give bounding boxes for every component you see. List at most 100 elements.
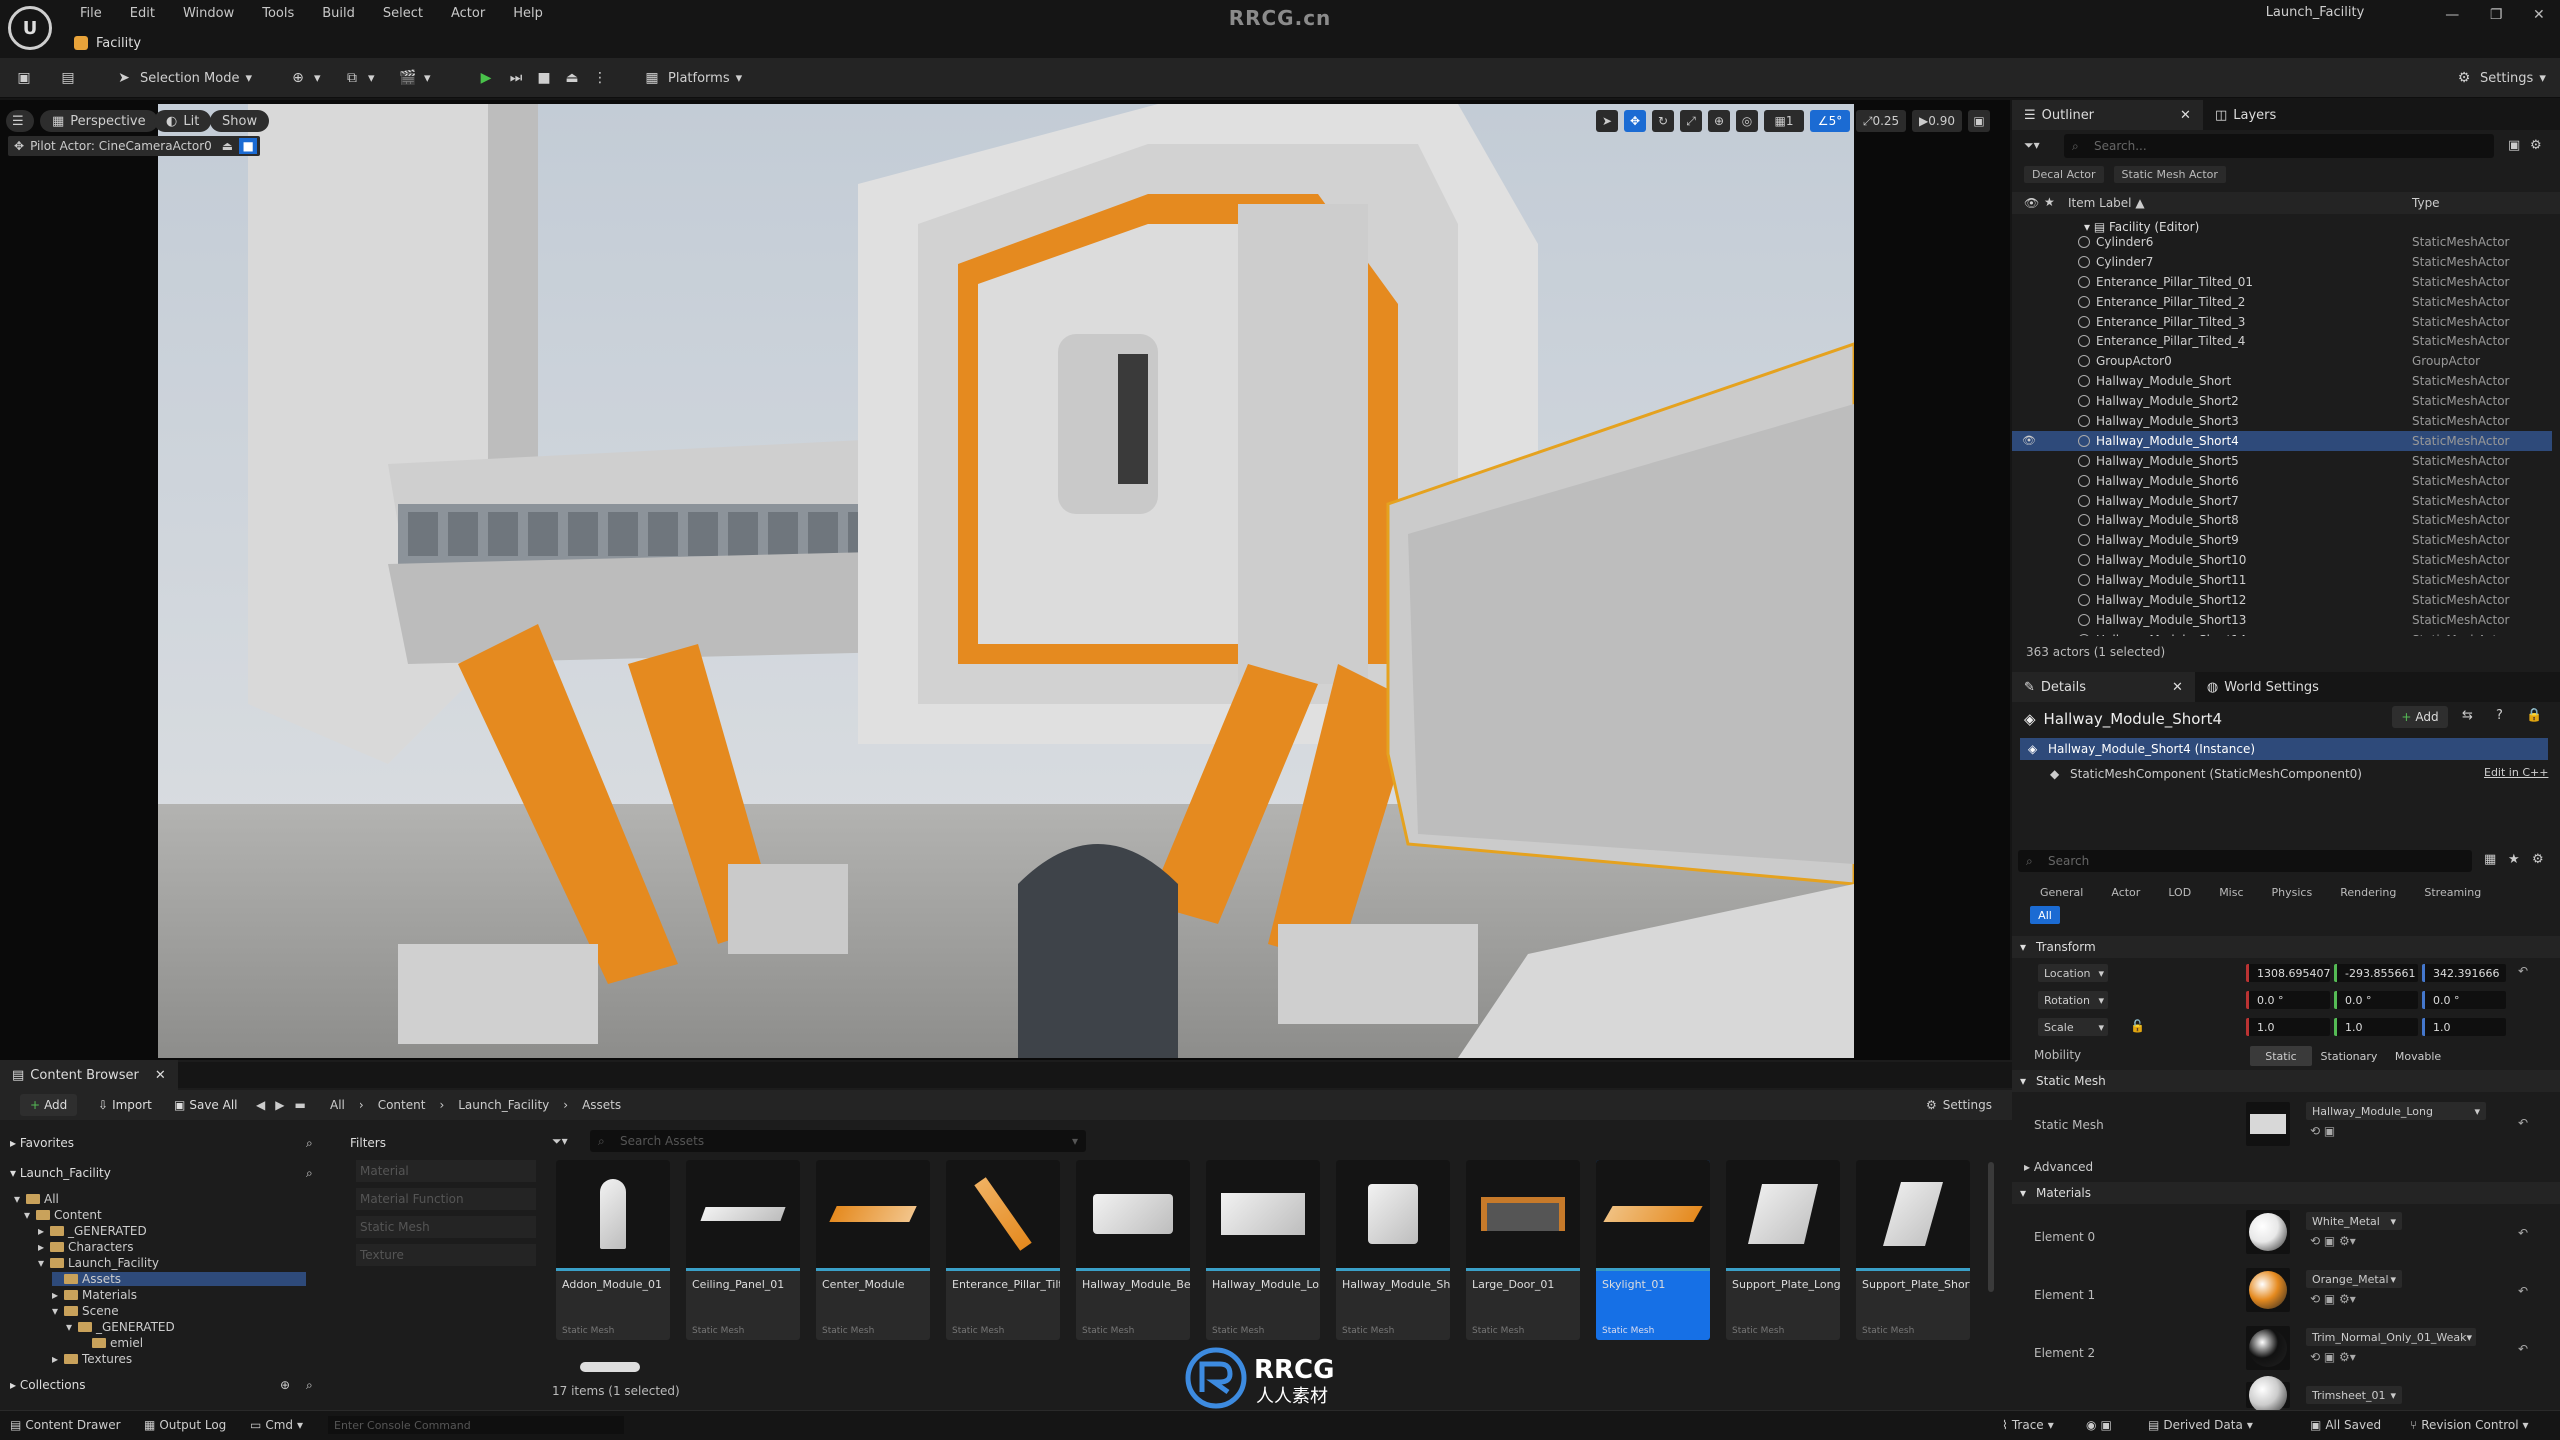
camera-speed-button[interactable]: ▶ 0.90 [1912, 110, 1962, 132]
add-collection-icon[interactable]: ⊕ [280, 1378, 290, 1392]
world-local-icon[interactable]: ⊕ [1708, 110, 1730, 132]
output-log-button[interactable]: ▦ Output Log [144, 1418, 226, 1432]
viewport-menu-icon[interactable]: ☰ [6, 110, 34, 132]
add-actor-icon[interactable]: ⊕ ▾ [288, 66, 320, 90]
folder-tree-item[interactable]: ▾ Launch_Facility [38, 1256, 159, 1270]
asset-tile[interactable]: Skylight_01 Static Mesh [1596, 1160, 1710, 1340]
material-dropdown[interactable]: Trim_Normal_Only_01_Weak ▾ [2306, 1328, 2476, 1346]
visibility-icon[interactable]: 👁 [2022, 434, 2036, 447]
asset-tile[interactable]: Hallway_Module_Bend Static Mesh [1076, 1160, 1190, 1340]
save-icon[interactable]: ▣ [14, 66, 34, 90]
close-icon[interactable]: ✕ [155, 1068, 166, 1083]
asset-tile[interactable]: Enterance_Pillar_Tilted_01 Static Mesh [946, 1160, 1060, 1340]
menu-build[interactable]: Build [310, 4, 367, 23]
crumb-content[interactable]: Content [378, 1098, 426, 1112]
save-all-button[interactable]: ▣ Save All [174, 1098, 238, 1112]
menu-help[interactable]: Help [501, 4, 555, 23]
translate-tool-icon[interactable]: ✥ [1624, 110, 1646, 132]
advanced-expander[interactable]: ▸ Advanced [2024, 1160, 2093, 1174]
asset-tile[interactable]: Center_Module Static Mesh [816, 1160, 930, 1340]
asset-tile[interactable]: Addon_Module_01 Static Mesh [556, 1160, 670, 1340]
folder-tree-item[interactable]: ▸ Materials [52, 1288, 137, 1302]
cat-all[interactable]: All [2030, 906, 2060, 924]
derived-data-button[interactable]: ▤ Derived Data ▾ [2148, 1418, 2253, 1432]
stop-icon[interactable]: ■ [534, 66, 554, 90]
col-item-label[interactable]: Item Label ▲ [2068, 196, 2145, 210]
play-icon[interactable]: ▶ [476, 66, 496, 90]
material-thumbnail[interactable] [2246, 1268, 2290, 1312]
location-dropdown[interactable]: Location ▾ [2038, 964, 2108, 982]
close-icon[interactable]: ✕ [2172, 680, 2183, 695]
crumb-launch-facility[interactable]: Launch_Facility [458, 1098, 549, 1112]
outliner-row[interactable]: Cylinder6 StaticMeshActor [2012, 232, 2552, 252]
lock-icon[interactable]: 🔒 [2526, 708, 2542, 723]
filter-material-function[interactable]: Material Function [356, 1188, 536, 1210]
outliner-row[interactable]: Hallway_Module_Short7 StaticMeshActor [2012, 491, 2552, 511]
crumb-all[interactable]: All [330, 1098, 345, 1112]
viewport-scene-render[interactable] [158, 104, 1854, 1058]
folder-tree-item[interactable]: ▸ Characters [38, 1240, 134, 1254]
material-actions-icons[interactable]: ⟲ ▣ ⚙▾ [2310, 1292, 2356, 1306]
outliner-row[interactable]: Hallway_Module_Short2 StaticMeshActor [2012, 391, 2552, 411]
details-settings-icon[interactable]: ⚙ [2532, 852, 2544, 867]
filter-texture[interactable]: Texture [356, 1244, 536, 1266]
menu-window[interactable]: Window [171, 4, 246, 23]
more-options-icon[interactable]: ⋮ [590, 66, 610, 90]
menu-edit[interactable]: Edit [118, 4, 167, 23]
scale-lock-icon[interactable]: 🔓 [2130, 1019, 2145, 1033]
revision-control-button[interactable]: ⑂ Revision Control ▾ [2410, 1418, 2529, 1432]
tab-details[interactable]: ✎ Details ✕ [2012, 672, 2195, 702]
selection-mode-dropdown[interactable]: ➤ Selection Mode ▾ [114, 66, 252, 90]
tab-layers[interactable]: ◫ Layers [2203, 100, 2288, 130]
folder-tree-item[interactable]: ▸ _GENERATED [38, 1224, 147, 1238]
outliner-settings-icon[interactable]: ⚙ [2530, 138, 2542, 153]
chip-static-mesh-actor[interactable]: Static Mesh Actor [2113, 165, 2226, 183]
menu-select[interactable]: Select [371, 4, 435, 23]
unreal-logo-icon[interactable]: U [8, 6, 52, 50]
collections-header[interactable]: ▸ Collections [10, 1378, 85, 1392]
search-icon[interactable]: ⌕ [306, 1166, 313, 1181]
outliner-row[interactable]: Enterance_Pillar_Tilted_4 StaticMeshActor [2012, 331, 2552, 351]
viewport-layout-icon[interactable]: ▣ [1968, 110, 1990, 132]
scale-x[interactable]: 1.0 [2246, 1018, 2330, 1036]
outliner-row[interactable]: Hallway_Module_Short13 StaticMeshActor [2012, 610, 2552, 630]
filter-static-mesh[interactable]: Static Mesh [356, 1216, 536, 1238]
blueprint-convert-icon[interactable]: ⇆ [2462, 708, 2473, 723]
search-icon[interactable]: ⌕ [306, 1378, 313, 1393]
chip-decal-actor[interactable]: Decal Actor [2024, 165, 2104, 183]
transform-section[interactable]: ▾ Transform [2012, 936, 2560, 958]
material-dropdown[interactable]: Orange_Metal ▾ [2306, 1270, 2402, 1288]
level-tab[interactable]: Facility [66, 30, 266, 56]
static-mesh-section[interactable]: ▾ Static Mesh [2012, 1070, 2560, 1092]
material-thumbnail[interactable] [2246, 1376, 2290, 1414]
tab-world-settings[interactable]: ◍ World Settings [2195, 672, 2331, 702]
search-icon[interactable]: ⌕ [306, 1136, 313, 1151]
cat-rendering[interactable]: Rendering [2326, 884, 2410, 901]
scale-tool-icon[interactable]: ⤢ [1680, 110, 1702, 132]
close-icon[interactable]: ✕ [2180, 108, 2191, 123]
step-icon[interactable]: ⏭ [506, 66, 526, 90]
outliner-row[interactable]: Enterance_Pillar_Tilted_2 StaticMeshActor [2012, 292, 2552, 312]
close-icon[interactable]: ✕ [2533, 7, 2545, 23]
outliner-row[interactable]: Enterance_Pillar_Tilted_3 StaticMeshActor [2012, 312, 2552, 332]
console-input[interactable]: Enter Console Command [328, 1416, 624, 1434]
maximize-icon[interactable]: ❐ [2490, 7, 2503, 23]
location-y[interactable]: -293.855661 [2334, 964, 2418, 982]
reset-material-icon[interactable]: ↶ [2518, 1342, 2528, 1356]
platforms-dropdown[interactable]: ▦ Platforms ▾ [642, 66, 742, 90]
mobility-movable[interactable]: Movable [2386, 1046, 2450, 1066]
outliner-row[interactable]: Hallway_Module_Short StaticMeshActor [2012, 371, 2552, 391]
perspective-button[interactable]: ▦ Perspective [40, 110, 158, 132]
favorites-header[interactable]: ▸ Favorites [10, 1136, 74, 1150]
cb-settings-button[interactable]: ⚙ Settings [1926, 1098, 1992, 1112]
outliner-row[interactable]: Hallway_Module_Short12 StaticMeshActor [2012, 590, 2552, 610]
menu-file[interactable]: File [68, 4, 114, 23]
material-actions-icons[interactable]: ⟲ ▣ ⚙▾ [2310, 1350, 2356, 1364]
outliner-row[interactable]: Enterance_Pillar_Tilted_01 StaticMeshActo… [2012, 272, 2552, 292]
outliner-row[interactable]: Hallway_Module_Short9 StaticMeshActor [2012, 530, 2552, 550]
asset-tile[interactable]: Ceiling_Panel_01 Static Mesh [686, 1160, 800, 1340]
rotation-z[interactable]: 0.0 ° [2422, 991, 2506, 1009]
folder-tree-item[interactable]: Assets [52, 1272, 306, 1286]
tab-outliner[interactable]: ☰ Outliner ✕ [2012, 100, 2203, 130]
back-icon[interactable]: ◀ [256, 1098, 265, 1112]
